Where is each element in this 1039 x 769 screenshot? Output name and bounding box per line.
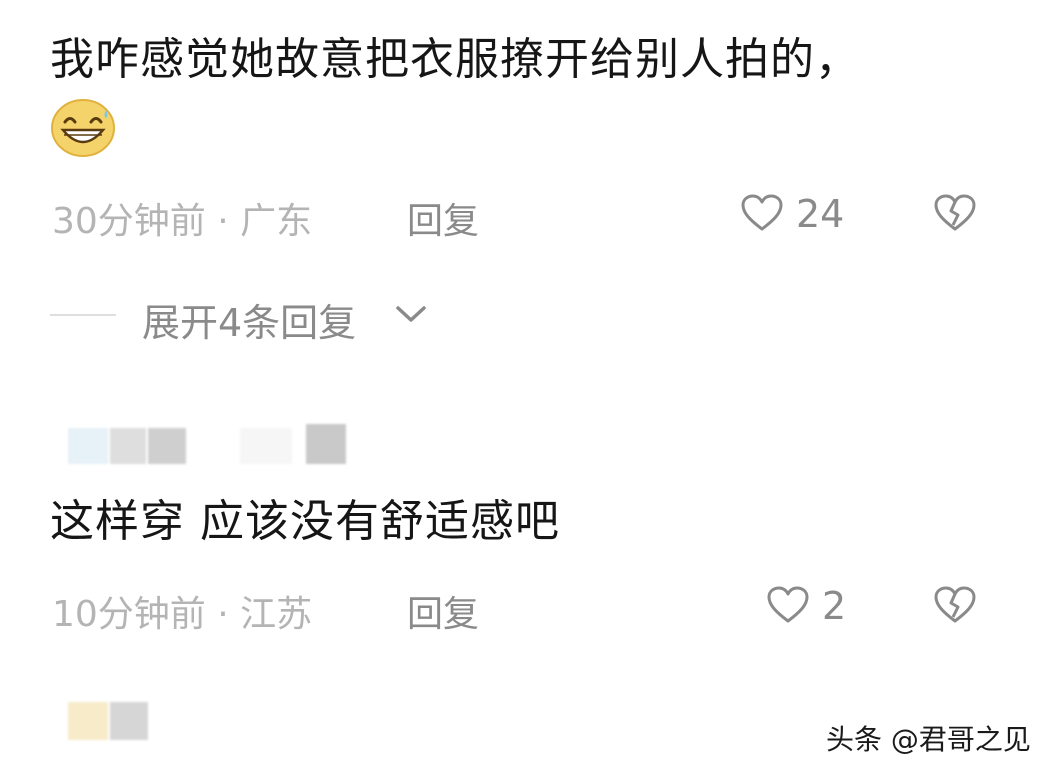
comment-3-avatar-blur [68,702,108,740]
chevron-down-icon[interactable] [394,302,428,326]
comment-2-username-blur-3 [240,428,292,464]
watermark: 头条 @君哥之见 [826,723,1031,756]
comment-2-username-blur-1 [110,428,146,464]
broken-heart-icon[interactable] [932,193,978,233]
heart-outline-icon[interactable] [766,585,810,625]
comment-2-meta: 10分钟前 · 江苏 [52,594,313,635]
broken-heart-icon[interactable] [932,585,978,625]
comment-2-avatar-blur [68,428,108,464]
comment-1-like-count: 24 [796,192,845,236]
comment-2-username-blur-4 [306,424,346,464]
grinning-sweat-emoji-icon [50,96,116,158]
comment-1-reply-button[interactable]: 回复 [407,192,479,244]
comment-1-text: 我咋感觉她故意把衣服撩开给别人拍的， [50,34,860,85]
comment-1-meta: 30分钟前 · 广东 [52,201,313,242]
expand-replies-button[interactable]: 展开4条回复 [142,292,356,347]
expand-divider [50,314,116,316]
comment-2-like-count: 2 [822,584,847,628]
heart-outline-icon[interactable] [740,193,784,233]
comment-3-username-blur [110,702,148,740]
comment-2-text: 这样穿 应该没有舒适感吧 [50,496,560,547]
comment-2-reply-button[interactable]: 回复 [407,585,479,637]
comment-2-username-blur-2 [148,428,186,464]
